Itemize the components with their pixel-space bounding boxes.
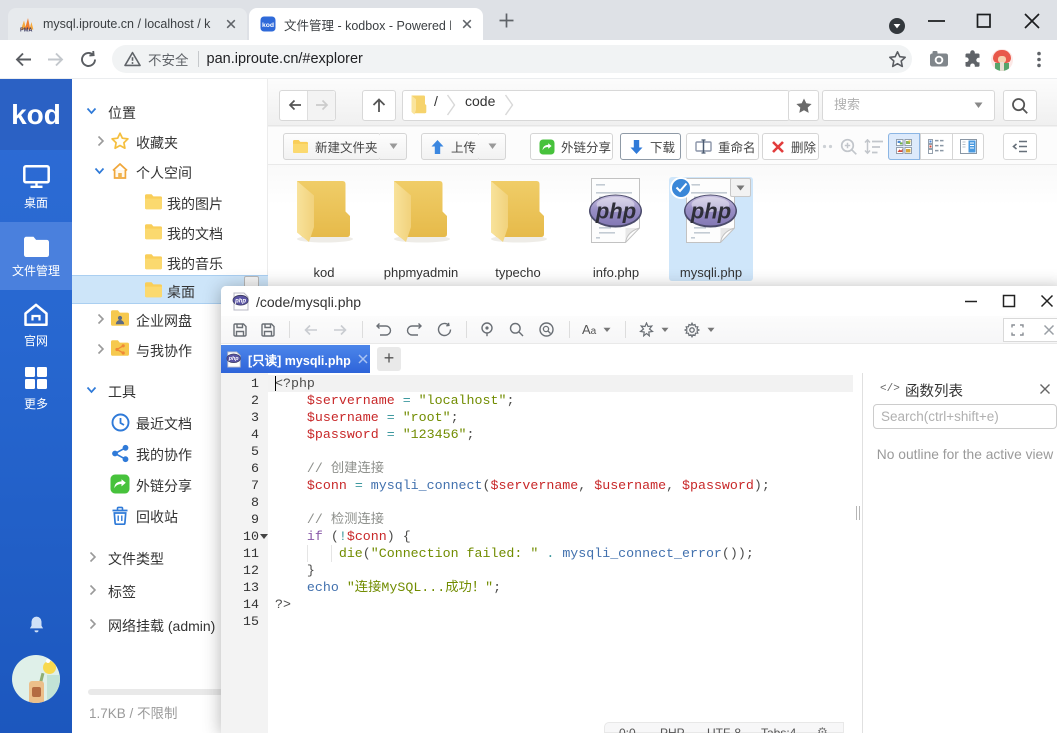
svg-text:php: php [690, 199, 731, 224]
svg-text:kod: kod [262, 22, 274, 29]
svg-text:PMA: PMA [20, 28, 32, 33]
svg-text:php: php [234, 298, 246, 304]
svg-text:php: php [228, 356, 240, 362]
svg-text:php: php [595, 199, 636, 224]
